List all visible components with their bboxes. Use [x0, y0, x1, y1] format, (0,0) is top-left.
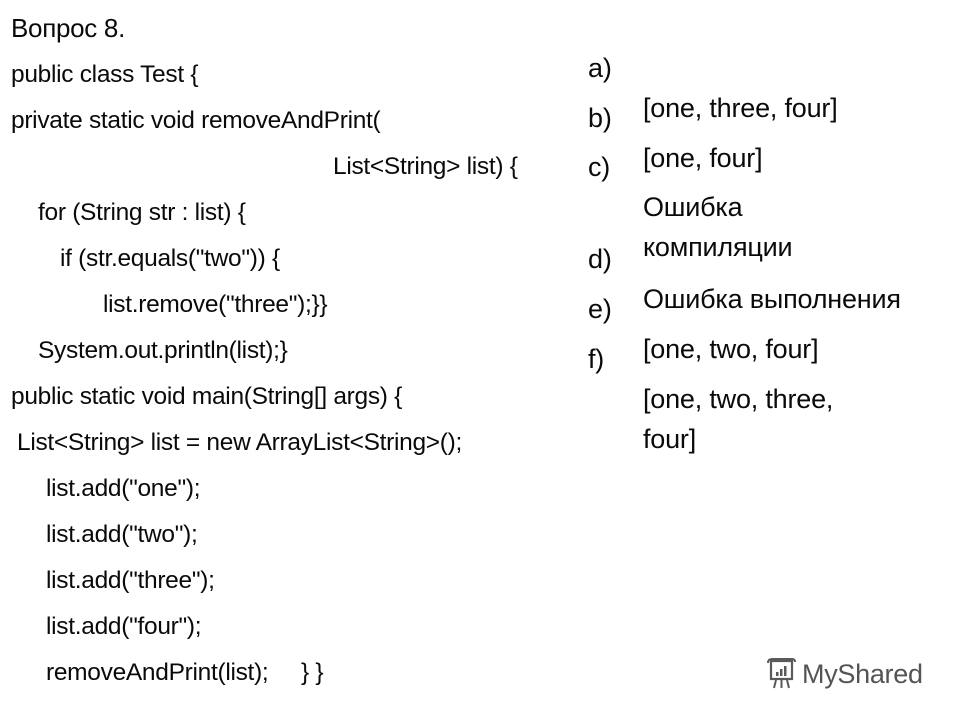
- option-text: Ошибка выполнения: [643, 284, 901, 314]
- code-line: private static void removeAndPrint(: [11, 107, 381, 134]
- watermark-text: MyShared: [802, 658, 923, 689]
- code-line: List<String> list = new ArrayList<String…: [17, 429, 463, 456]
- code-line: List<String> list) {: [333, 153, 518, 180]
- code-line: if (str.equals("two")) {: [60, 245, 280, 272]
- option-text: [one, two, four]: [643, 334, 819, 364]
- code-line: public static void main(String[] args) {: [11, 383, 403, 410]
- code-line: list.add("three");: [46, 567, 215, 594]
- code-line: public class Test {: [11, 61, 199, 88]
- code-line: list.add("four");: [46, 613, 202, 640]
- option-text: [one, two, three, four]: [643, 384, 834, 454]
- code-line: list.add("two");: [46, 521, 198, 548]
- question-title: Вопрос 8.: [11, 13, 126, 43]
- code-line: list.add("one");: [46, 475, 201, 502]
- code-line: removeAndPrint(list); } }: [46, 659, 324, 686]
- mysharedwatermark: MyShared: [766, 656, 923, 692]
- option-label: f): [588, 344, 605, 374]
- option-text: Ошибка компиляции: [643, 192, 793, 262]
- option-f: f) [one, two, three, four]: [588, 299, 833, 459]
- option-label: c): [588, 152, 611, 182]
- option-text: [one, four]: [643, 143, 763, 173]
- code-line: list.remove("three");}}: [103, 291, 328, 318]
- code-line: System.out.println(list);}: [38, 337, 288, 364]
- option-text: [one, three, four]: [643, 93, 838, 123]
- code-line: for (String str : list) {: [38, 199, 246, 226]
- presentation-board-icon: [767, 658, 796, 689]
